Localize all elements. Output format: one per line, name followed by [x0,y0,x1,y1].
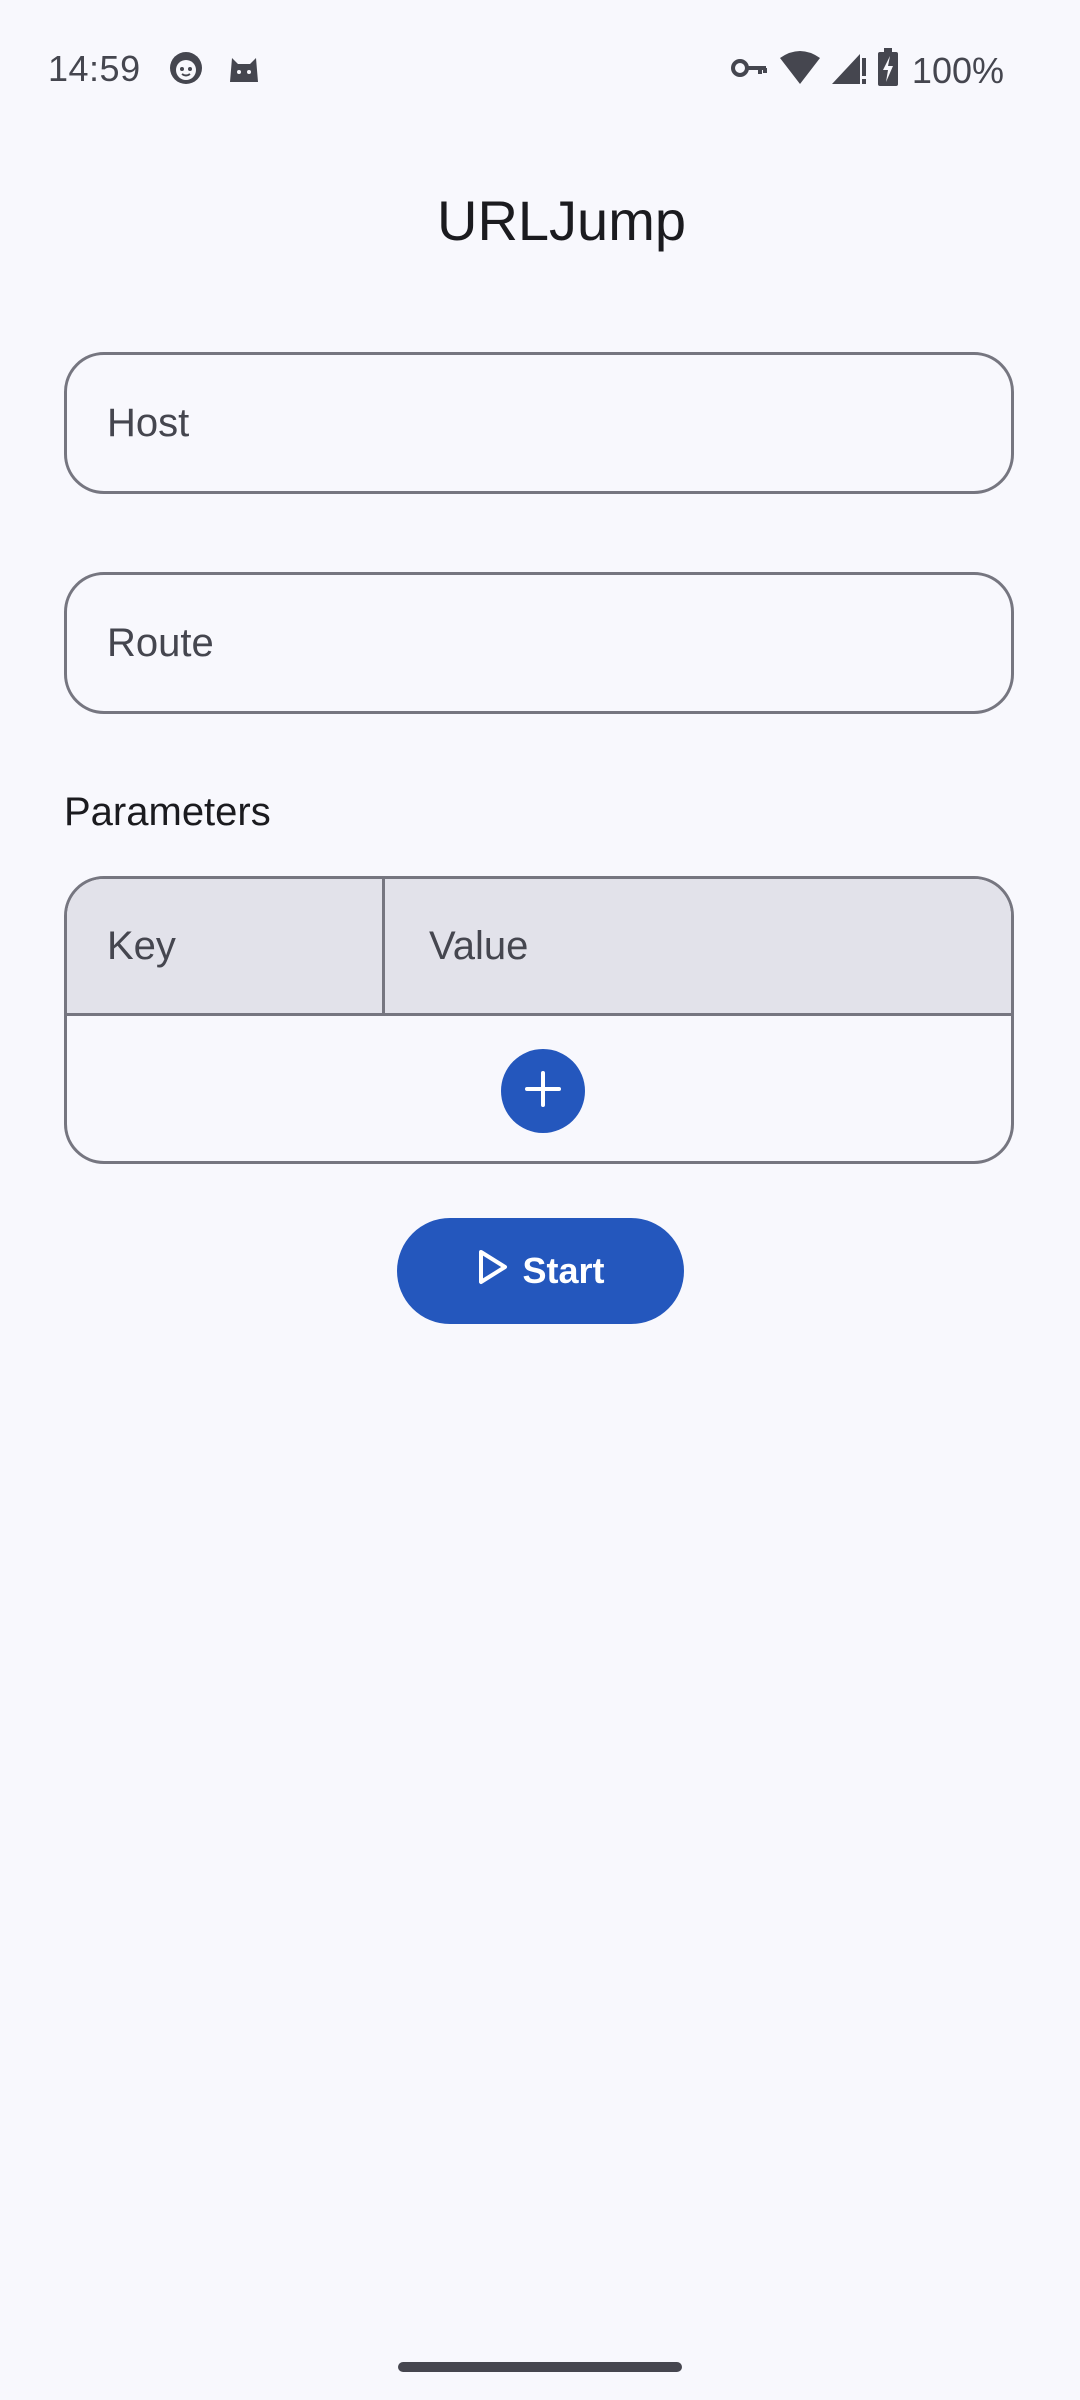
parameters-table: Key Value [64,876,1014,1164]
signal-icon [830,50,868,91]
battery-percentage: 100% [911,49,1004,91]
add-parameter-button[interactable] [501,1049,585,1133]
battery-charging-icon [876,48,900,93]
wifi-icon [778,50,822,91]
parameters-header-row: Key Value [67,879,1011,1016]
host-placeholder: Host [107,400,190,445]
face-notification-icon [168,50,204,91]
system-status-icons: 100% [730,48,1004,93]
app-title: URLJump [437,189,686,252]
start-label: Start [522,1250,605,1291]
status-time: 14:59 [48,48,141,89]
cat-notification-icon [226,50,262,91]
play-outline-icon [476,1248,510,1295]
start-button[interactable]: Start [397,1218,684,1324]
key-header-label: Key [107,923,176,968]
vpn-key-icon [730,53,770,88]
value-column-header[interactable]: Value [385,879,1011,1013]
parameters-label: Parameters [64,790,271,834]
plus-icon [521,1067,565,1116]
notification-icons [168,50,262,91]
status-bar: 14:59 100% [0,0,1080,136]
value-header-label: Value [429,923,529,968]
host-input[interactable]: Host [64,352,1014,494]
key-column-header[interactable]: Key [67,879,385,1013]
route-placeholder: Route [107,620,214,665]
route-input[interactable]: Route [64,572,1014,714]
gesture-navigation-handle[interactable] [398,2362,682,2372]
